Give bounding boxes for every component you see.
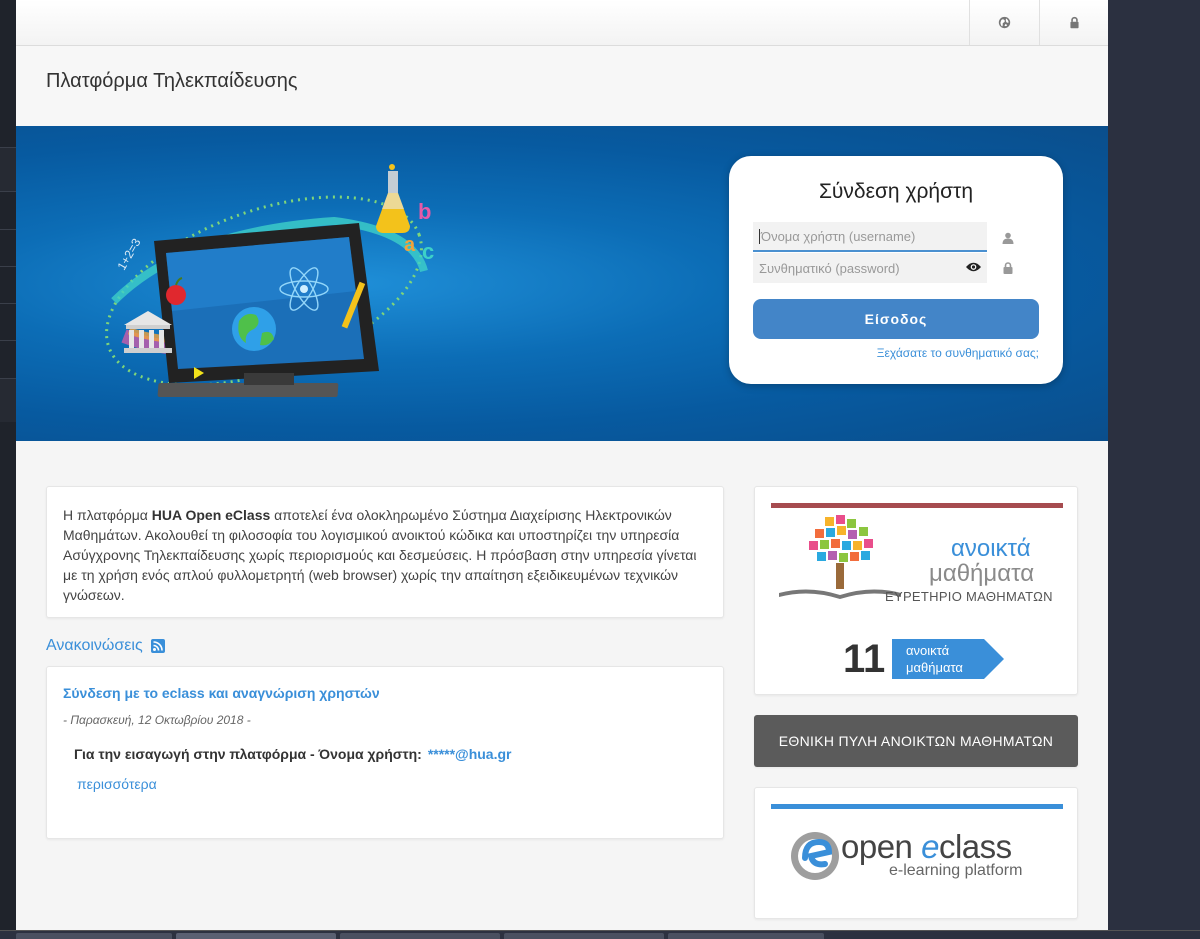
eye-icon[interactable] [966,261,981,273]
svg-text:b: b [418,199,431,224]
open-courses-panel[interactable]: ανοικτά μαθήματα ΕΥΡΕΤΗΡΙΟ ΜΑΘΗΜΑΤΩΝ 11 … [754,486,1078,695]
username-input[interactable]: Όνομα χρήστη (username) [753,222,987,252]
open-courses-subtitle: μαθήματα [929,560,1035,587]
hero-banner: b a c 1+2=3 Σύνδεση χρήστη Όνομα χρήστη … [16,126,1108,441]
open-courses-count: 11 [843,637,886,681]
login-card: Σύνδεση χρήστη Όνομα χρήστη (username) Σ… [729,156,1063,384]
desktop-background [1108,0,1200,939]
os-taskbar [0,930,1200,939]
left-strip-segment [0,191,16,192]
login-button[interactable]: Είσοδος [753,299,1039,339]
announcement-date: - Παρασκευή, 12 Οκτωβρίου 2018 - [63,713,251,727]
login-lock-button[interactable] [1039,0,1108,45]
announcements-heading[interactable]: Ανακοινώσεις [46,637,143,655]
left-strip-segment [0,147,16,191]
taskbar-item[interactable] [16,933,172,939]
announcement-item: Σύνδεση με το eclass και αναγνώριση χρησ… [46,666,724,839]
open-courses-index: ΕΥΡΕΤΗΡΙΟ ΜΑΘΗΜΑΤΩΝ [885,589,1053,604]
left-strip-segment [0,229,16,230]
count-tag-label: ανοικτά μαθήματα [906,642,963,676]
announcements-header: Ανακοινώσεις [46,637,165,655]
open-eclass-word-class: class [938,828,1012,865]
forgot-password-link[interactable]: Ξεχάσατε το συνθηματικό σας; [877,346,1039,360]
open-eclass-bar [771,804,1063,809]
password-input[interactable]: Συνθηματικό (password) [753,253,987,283]
taskbar-item[interactable] [340,933,500,939]
left-window-strip [0,0,16,939]
tree-mosaic [809,515,873,562]
count-tag-line-2: μαθήματα [906,660,963,675]
count-tag-line-1: ανοικτά [906,643,950,658]
announcement-more-link[interactable]: περισσότερα [77,776,157,792]
left-strip-segment [0,378,16,422]
intro-panel: Η πλατφόρμα HUA Open eClass αποτελεί ένα… [46,486,724,618]
user-icon [1002,232,1014,244]
eclass-page: Πλατφόρμα Τηλεκπαίδευσης b a c 1+2=3 Σύν… [16,0,1108,930]
page-title: Πλατφόρμα Τηλεκπαίδευσης [46,70,298,92]
lock-icon [1003,262,1013,274]
svg-text:1+2=3: 1+2=3 [114,236,143,273]
open-eclass-letter-e: e [921,828,939,865]
taskbar-item[interactable] [176,933,336,939]
open-eclass-panel[interactable]: open eclass e-learning platform [754,787,1078,919]
globe-icon [998,16,1011,29]
announcement-username-hint: *****@hua.gr [427,746,512,762]
announcement-body-text: Για την εισαγωγή στην πλατφόρμα - Όνομα … [74,746,422,762]
svg-text:c: c [422,239,434,264]
intro-text-start: Η πλατφόρμα [63,507,152,523]
left-strip-segment [0,303,16,304]
open-eclass-logo-icon [791,832,839,880]
language-button[interactable] [969,0,1039,45]
username-placeholder: Όνομα χρήστη (username) [761,228,916,244]
open-eclass-tagline: e-learning platform [889,862,1023,879]
open-eclass-wordmark: open eclass [841,828,1012,866]
left-strip-segment [0,340,16,341]
open-eclass-word-open: open [841,828,922,865]
open-courses-count-tag: ανοικτά μαθήματα [892,639,1004,679]
page-header: Πλατφόρμα Τηλεκπαίδευσης [16,46,1108,126]
e-learning-illustration: b a c 1+2=3 [105,164,434,397]
text-caret [759,228,760,244]
taskbar-item[interactable] [668,933,824,939]
announcement-title[interactable]: Σύνδεση με το eclass και αναγνώριση χρησ… [63,685,380,701]
svg-text:a: a [404,234,416,256]
password-placeholder: Συνθηματικό (password) [759,260,900,276]
top-navbar [16,0,1108,46]
open-courses-title: ανοικτά [951,535,1031,562]
national-portal-button[interactable]: ΕΘΝΙΚΗ ΠΥΛΗ ΑΝΟΙΚΤΩΝ ΜΑΘΗΜΑΤΩΝ [754,715,1078,767]
taskbar-item[interactable] [504,933,664,939]
open-courses-bar [771,503,1063,508]
rss-icon[interactable] [150,639,165,653]
intro-brand: HUA Open eClass [151,507,271,523]
lock-icon [1070,16,1079,29]
login-title: Σύνδεση χρήστη [818,180,974,203]
announcement-body: Για την εισαγωγή στην πλατφόρμα - Όνομα … [74,746,511,762]
left-strip-segment [0,266,16,267]
